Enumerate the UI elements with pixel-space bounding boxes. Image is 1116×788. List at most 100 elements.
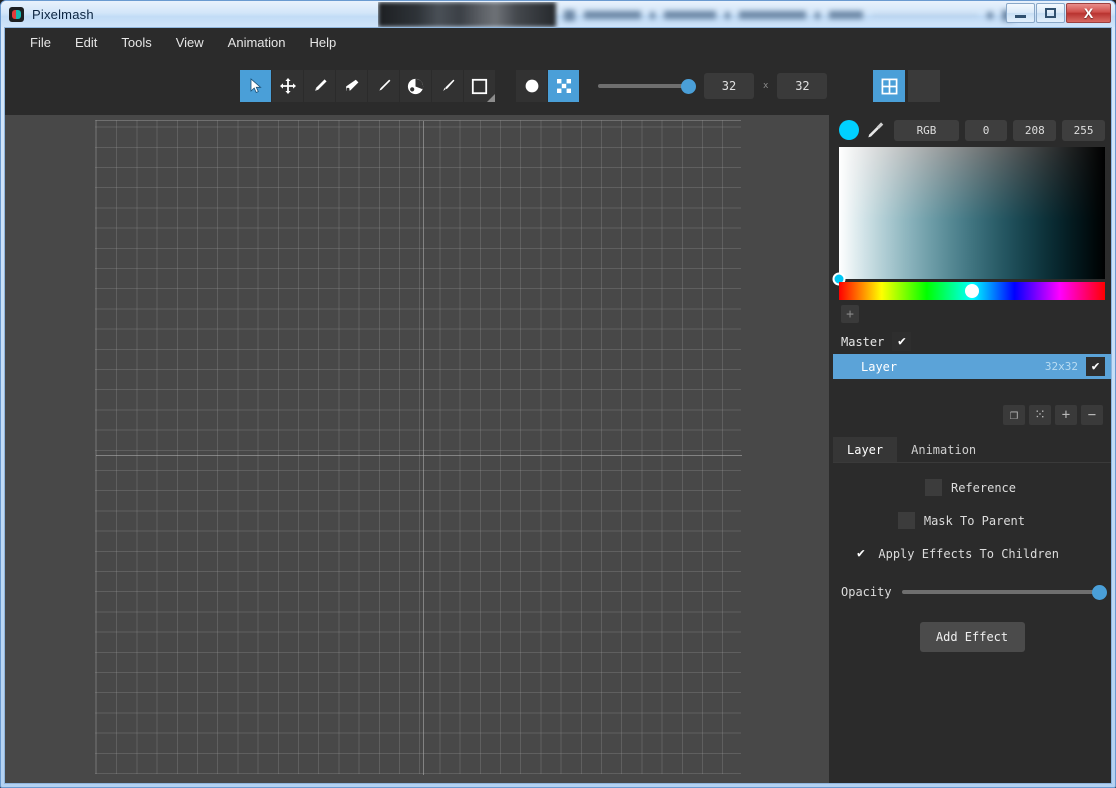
layer-row-master[interactable]: Master ✔ <box>833 329 1111 354</box>
mask-to-parent-label: Mask To Parent <box>924 514 1025 528</box>
circle-icon <box>524 78 540 94</box>
group-layer-button[interactable]: ⁙ <box>1029 405 1051 425</box>
reference-checkbox[interactable] <box>925 479 942 496</box>
menu-item-tools[interactable]: Tools <box>109 31 163 54</box>
minimize-icon <box>1015 15 1026 18</box>
reference-label: Reference <box>951 481 1016 495</box>
apply-effects-row: ✔ Apply Effects To Children <box>833 545 1111 562</box>
eyedropper-icon[interactable] <box>865 119 886 141</box>
blue-channel-input[interactable]: 255 <box>1062 120 1105 141</box>
fill-tool[interactable] <box>400 70 432 102</box>
maximize-icon <box>1045 8 1056 18</box>
pixelmash-logo-icon <box>9 7 24 22</box>
canvas-height-input[interactable]: 32 <box>777 73 827 99</box>
rectangle-icon <box>470 77 489 96</box>
layer-name: Master <box>841 335 884 349</box>
menu-item-view[interactable]: View <box>164 31 216 54</box>
layer-row-layer[interactable]: Layer 32x32 ✔ <box>833 354 1111 379</box>
tab-layer[interactable]: Layer <box>833 437 897 462</box>
remove-layer-button[interactable]: − <box>1081 405 1103 425</box>
hue-slider[interactable] <box>839 282 1105 300</box>
dither-pattern-icon <box>555 77 573 95</box>
properties-tabs: Layer Animation <box>833 437 1111 463</box>
layer-visibility-checkbox[interactable]: ✔ <box>1086 357 1105 376</box>
canvas-area[interactable] <box>5 115 829 783</box>
canvas-center-vertical-guide <box>423 121 424 775</box>
obscured-title-region <box>378 2 1018 27</box>
mask-to-parent-checkbox[interactable] <box>898 512 915 529</box>
add-swatch-button[interactable]: + <box>841 305 859 323</box>
layer-visibility-checkbox[interactable]: ✔ <box>892 332 911 351</box>
opacity-label: Opacity <box>841 585 892 599</box>
select-tool[interactable] <box>240 70 272 102</box>
red-channel-input[interactable]: 0 <box>965 120 1008 141</box>
layer-list: Master ✔ Layer 32x32 ✔ <box>833 329 1111 379</box>
maximize-button[interactable] <box>1036 3 1065 23</box>
slider-knob[interactable] <box>681 79 696 94</box>
blurred-breadcrumb <box>564 7 1014 23</box>
tool-bar: 32 x 32 <box>5 57 1111 115</box>
tab-animation[interactable]: Animation <box>897 437 990 462</box>
title-bar: Pixelmash <box>1 1 1115 27</box>
color-mode-select[interactable]: RGB <box>894 120 958 141</box>
slider-knob[interactable] <box>1092 585 1107 600</box>
duplicate-layer-button[interactable]: ❐ <box>1003 405 1025 425</box>
eraser-icon <box>343 77 361 95</box>
menu-bar: File Edit Tools View Animation Help <box>5 28 1111 57</box>
canvas-center-horizontal-guide <box>96 455 742 456</box>
layer-tool-bar: ❐ ⁙ + − <box>833 399 1111 431</box>
menu-item-edit[interactable]: Edit <box>63 31 109 54</box>
menu-item-help[interactable]: Help <box>297 31 348 54</box>
window-controls: X <box>1006 3 1111 23</box>
flyout-indicator-icon <box>487 94 495 102</box>
current-color-swatch[interactable] <box>839 120 859 140</box>
apply-effects-checkbox[interactable]: ✔ <box>852 545 869 562</box>
blurred-thumbnail <box>378 2 556 27</box>
cursor-icon <box>248 78 264 94</box>
color-header: RGB 0 208 255 <box>833 115 1111 145</box>
pen-tool[interactable] <box>368 70 400 102</box>
view-toggle-group <box>873 70 940 102</box>
grid-icon <box>880 77 899 96</box>
eraser-tool[interactable] <box>336 70 368 102</box>
brush-tool[interactable] <box>432 70 464 102</box>
menu-item-animation[interactable]: Animation <box>216 31 298 54</box>
add-layer-button[interactable]: + <box>1055 405 1077 425</box>
reference-row: Reference <box>833 479 1111 496</box>
canvas-width-input[interactable]: 32 <box>704 73 754 99</box>
saturation-value-picker[interactable] <box>839 147 1105 279</box>
opacity-row: Opacity <box>833 584 1111 600</box>
app-title: Pixelmash <box>32 7 94 22</box>
brush-icon <box>439 77 457 95</box>
green-channel-input[interactable]: 208 <box>1013 120 1056 141</box>
tool-button-group <box>240 70 496 102</box>
move-tool[interactable] <box>272 70 304 102</box>
layer-name: Layer <box>841 360 897 374</box>
opacity-slider[interactable] <box>902 584 1105 600</box>
close-icon: X <box>1084 6 1093 20</box>
application-window: Pixelmash <box>0 0 1116 788</box>
pixel-brush-shape[interactable] <box>548 70 580 102</box>
minimize-button[interactable] <box>1006 3 1035 23</box>
layer-size: 32x32 <box>1045 360 1078 373</box>
sv-dark-gradient <box>839 147 1105 279</box>
grid-toggle[interactable] <box>873 70 905 102</box>
slider-track <box>902 590 1105 594</box>
secondary-view-toggle[interactable] <box>908 70 940 102</box>
menu-item-file[interactable]: File <box>18 31 63 54</box>
round-brush-shape[interactable] <box>516 70 548 102</box>
paint-palette-icon <box>406 77 425 96</box>
pencil-tool[interactable] <box>304 70 336 102</box>
pencil-icon <box>311 77 329 95</box>
slider-track <box>598 84 690 88</box>
right-panel: RGB 0 208 255 + Master ✔ Layer 32x32 ✔ <box>833 115 1111 783</box>
move-icon <box>279 77 297 95</box>
add-effect-button[interactable]: Add Effect <box>920 622 1025 652</box>
pen-icon <box>375 77 393 95</box>
close-button[interactable]: X <box>1066 3 1111 23</box>
brush-size-slider[interactable] <box>598 74 690 98</box>
pixel-canvas[interactable] <box>95 120 741 774</box>
hue-slider-handle[interactable] <box>965 284 979 298</box>
apply-effects-label: Apply Effects To Children <box>878 547 1059 561</box>
shape-tool[interactable] <box>464 70 496 102</box>
